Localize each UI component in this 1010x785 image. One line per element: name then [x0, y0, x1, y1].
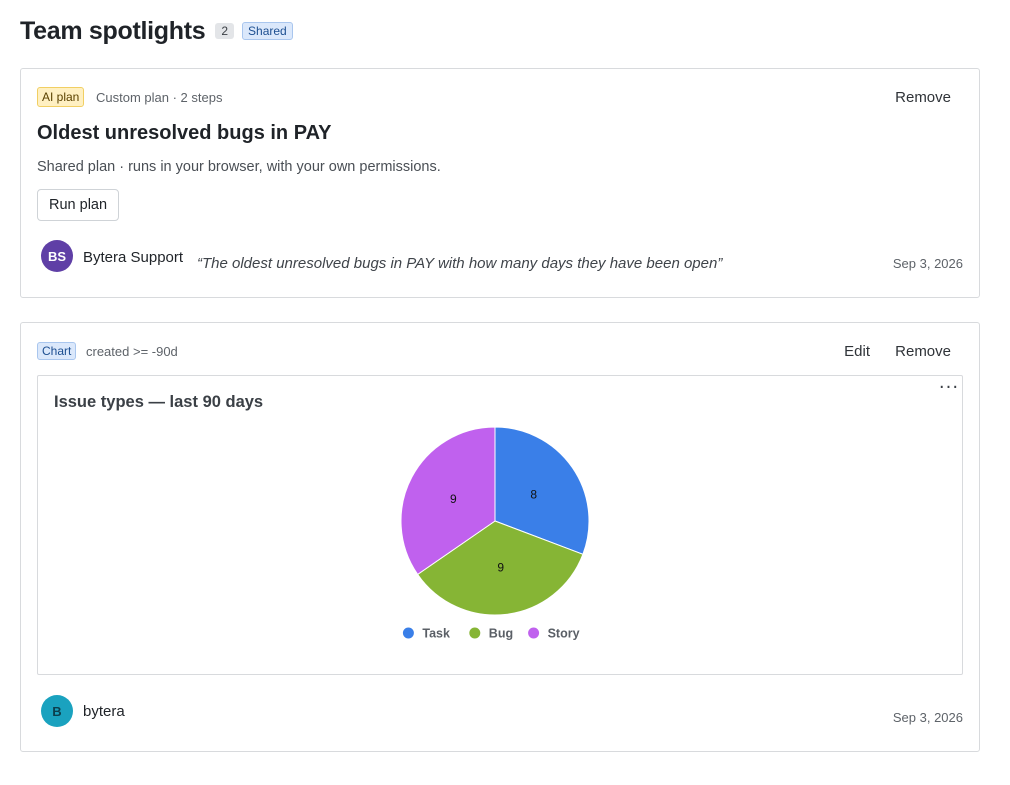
page-header: Team spotlights 2 Shared [20, 14, 293, 48]
legend-label: Task [422, 627, 450, 641]
spotlight-card-chart: Chart created >= -90d Edit Remove Issue … [20, 322, 980, 752]
legend-item-task[interactable]: Task [402, 627, 450, 641]
ai-plan-tag: AI plan [37, 87, 85, 107]
edit-button[interactable]: Edit [844, 343, 870, 360]
author-name: bytera [83, 703, 125, 720]
spotlight-card-plan: AI plan Custom plan · 2 steps Remove Old… [20, 68, 980, 298]
author-name: Bytera Support [83, 249, 184, 266]
avatar: BS [41, 240, 73, 272]
page-title: Team spotlights [20, 16, 206, 45]
legend-swatch [469, 627, 481, 639]
remove-button[interactable]: Remove [895, 89, 951, 106]
chart-tag: Chart [37, 342, 77, 360]
count-badge: 2 [215, 23, 235, 39]
pie-value-label: 9 [497, 561, 504, 575]
avatar: B [41, 695, 73, 727]
run-plan-button[interactable]: Run plan [37, 189, 120, 221]
shared-badge: Shared [242, 22, 293, 40]
plan-description: Shared plan · runs in your browser, with… [37, 159, 441, 175]
legend-swatch [528, 627, 540, 639]
chart-query: created >= -90d [86, 344, 178, 359]
legend-item-story[interactable]: Story [528, 627, 580, 641]
created-date: Sep 3, 2026 [892, 256, 963, 271]
pie-chart: 8 9 9 Task Bug Story [400, 426, 590, 641]
created-date: Sep 3, 2026 [892, 710, 963, 725]
legend-swatch [402, 627, 414, 639]
remove-button[interactable]: Remove [895, 343, 951, 360]
plan-prompt-quote: “The oldest unresolved bugs in PAY with … [197, 255, 723, 272]
pie-value-label: 8 [530, 487, 537, 501]
team-spotlights-page: Team spotlights 2 Shared AI plan Custom … [0, 0, 1010, 785]
legend-label: Bug [489, 627, 513, 641]
pie-value-label: 9 [450, 492, 457, 506]
legend-label: Story [548, 627, 580, 641]
plan-title: Oldest unresolved bugs in PAY [37, 122, 332, 144]
chart-panel: Issue types — last 90 days ··· 8 9 9 Task Bu… [37, 375, 963, 675]
legend-item-bug[interactable]: Bug [469, 627, 513, 641]
plan-meta: Custom plan · 2 steps [96, 90, 223, 105]
